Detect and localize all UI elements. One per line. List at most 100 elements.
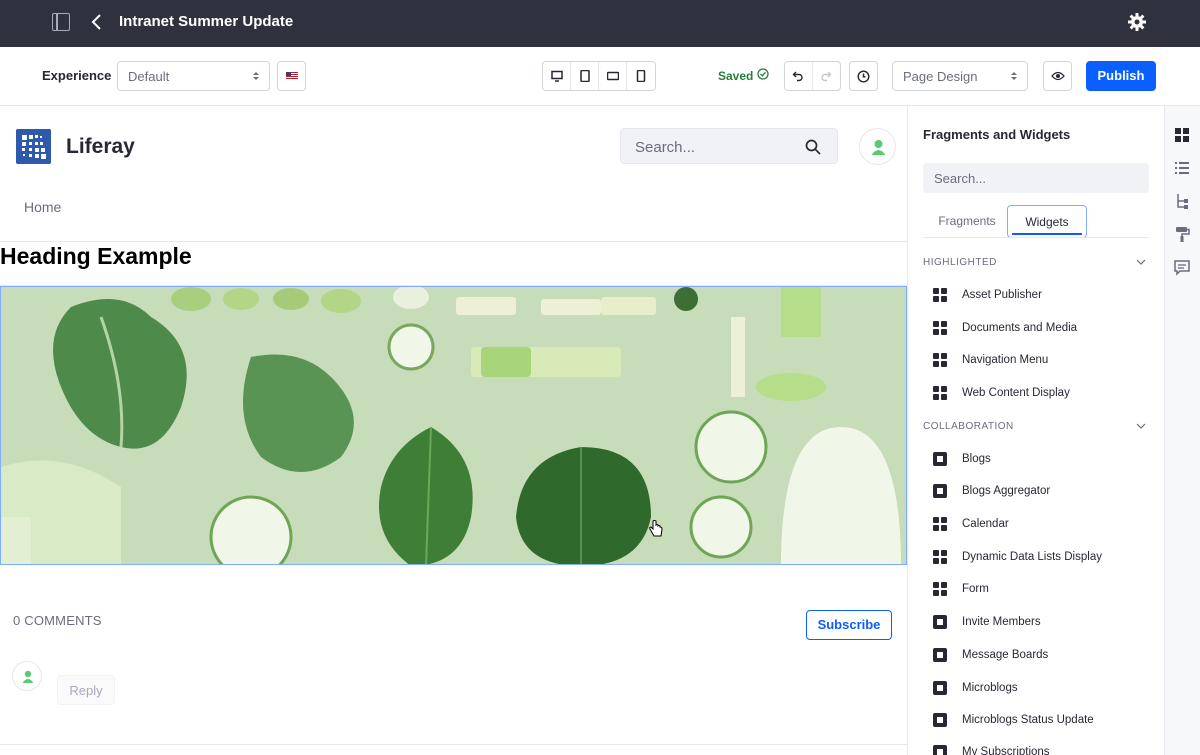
section-header-collaboration[interactable]: COLLABORATION <box>923 421 1014 432</box>
phone-landscape-icon <box>606 71 619 81</box>
heading-fragment[interactable]: Heading Example <box>0 243 192 270</box>
reply-button[interactable]: Reply <box>57 675 115 705</box>
undo-icon <box>792 71 803 82</box>
experience-label: Experience <box>42 68 112 83</box>
panel-search-input[interactable]: Search... <box>923 163 1149 193</box>
widget-label: Invite Members <box>962 616 1041 628</box>
widget-item[interactable]: Blogs Aggregator <box>923 479 1153 503</box>
undo-redo-group <box>784 61 841 91</box>
page-title: Intranet Summer Update <box>119 13 294 30</box>
liferay-logo-icon[interactable] <box>16 129 51 164</box>
portlet-box-icon <box>933 452 947 466</box>
vegetables-photo <box>1 287 906 564</box>
user-icon <box>871 140 886 155</box>
grid-icon <box>933 550 947 564</box>
gear-icon[interactable] <box>1126 11 1148 33</box>
section-header-highlighted[interactable]: HIGHLIGHTED <box>923 257 997 268</box>
sidebar-toggle-icon[interactable] <box>52 13 70 31</box>
us-flag-icon <box>286 72 298 80</box>
phone-portrait-icon <box>636 70 646 82</box>
chevron-down-icon[interactable] <box>1136 422 1146 430</box>
history-button[interactable] <box>849 61 878 91</box>
sidebar-rail <box>1164 106 1200 755</box>
panel-title: Fragments and Widgets <box>923 127 1071 142</box>
caret-double-icon <box>1011 72 1017 80</box>
portrait-view-button[interactable] <box>627 62 655 90</box>
experience-select-value: Default <box>128 69 170 84</box>
preview-button[interactable] <box>1043 61 1072 91</box>
undo-button[interactable] <box>785 62 813 90</box>
divider <box>0 744 907 745</box>
page-mode-select[interactable]: Page Design <box>892 61 1028 91</box>
widget-item[interactable]: My Subscriptions <box>923 740 1153 755</box>
widget-item[interactable]: Web Content Display <box>923 381 1153 405</box>
redo-button[interactable] <box>813 62 840 90</box>
clock-icon <box>857 69 870 83</box>
site-name[interactable]: Liferay <box>66 135 135 159</box>
widget-item[interactable]: Calendar <box>923 512 1153 536</box>
widgets-grid-icon[interactable] <box>1173 126 1191 144</box>
page-structure-icon[interactable] <box>1173 192 1191 210</box>
desktop-view-button[interactable] <box>543 62 571 90</box>
widget-item[interactable]: Message Boards <box>923 643 1153 667</box>
paint-roller-icon[interactable] <box>1173 225 1191 243</box>
widget-label: Dynamic Data Lists Display <box>962 551 1102 563</box>
widget-label: Blogs Aggregator <box>962 485 1051 497</box>
fragments-widgets-panel: Fragments and Widgets Search... Fragment… <box>907 106 1164 755</box>
eye-icon <box>1050 71 1065 81</box>
widget-item[interactable]: Dynamic Data Lists Display <box>923 545 1153 569</box>
widget-label: Calendar <box>962 518 1009 530</box>
widget-item[interactable]: Asset Publisher <box>923 283 1153 307</box>
portlet-box-icon <box>933 713 947 727</box>
comment-user-avatar <box>12 661 42 691</box>
user-avatar[interactable] <box>859 128 896 165</box>
tab-widgets[interactable]: Widgets <box>1007 205 1087 238</box>
redo-icon <box>821 71 832 82</box>
tablet-view-button[interactable] <box>571 62 599 90</box>
publish-button[interactable]: Publish <box>1086 61 1156 91</box>
grid-icon <box>933 321 947 335</box>
tabs-divider <box>923 237 1149 238</box>
widget-label: Microblogs <box>962 682 1018 694</box>
grid-icon <box>933 582 947 596</box>
tablet-icon <box>579 70 590 82</box>
grid-icon <box>933 288 947 302</box>
widget-label: Navigation Menu <box>962 354 1049 366</box>
portlet-box-icon <box>933 615 947 629</box>
experience-select[interactable]: Default <box>117 61 270 91</box>
page-mode-value: Page Design <box>903 69 978 84</box>
widget-item[interactable]: Documents and Media <box>923 316 1153 340</box>
comments-icon[interactable] <box>1173 258 1191 276</box>
widget-item[interactable]: Microblogs <box>923 676 1153 700</box>
divider <box>0 241 907 242</box>
widget-item[interactable]: Blogs <box>923 447 1153 471</box>
widget-item[interactable]: Form <box>923 577 1153 601</box>
portlet-box-icon <box>933 681 947 695</box>
subscribe-button[interactable]: Subscribe <box>806 610 892 640</box>
user-icon <box>22 670 34 683</box>
check-circle-icon <box>757 68 769 80</box>
widget-label: Documents and Media <box>962 322 1078 334</box>
widget-label: Form <box>962 583 989 595</box>
widget-label: Message Boards <box>962 649 1049 661</box>
language-selector-button[interactable] <box>277 61 306 91</box>
chevron-left-icon[interactable] <box>90 12 104 32</box>
search-icon[interactable] <box>805 139 821 155</box>
widget-label: Microblogs Status Update <box>962 714 1094 726</box>
desktop-icon <box>550 70 563 82</box>
landscape-view-button[interactable] <box>599 62 627 90</box>
widget-item[interactable]: Invite Members <box>923 610 1153 634</box>
grid-icon <box>933 517 947 531</box>
top-bar: Intranet Summer Update <box>0 0 1200 47</box>
list-icon[interactable] <box>1173 159 1191 177</box>
widget-item[interactable]: Navigation Menu <box>923 348 1153 372</box>
tab-fragments[interactable]: Fragments <box>923 205 1011 238</box>
banner-image[interactable] <box>0 286 907 565</box>
page-editor-toolbar: Experience Default Saved Page Design <box>0 47 1200 106</box>
chevron-down-icon[interactable] <box>1136 258 1146 266</box>
widget-item[interactable]: Microblogs Status Update <box>923 708 1153 732</box>
comments-count: 0 COMMENTS <box>13 613 102 628</box>
widget-label: Web Content Display <box>962 387 1070 399</box>
site-search-input[interactable]: Search... <box>620 128 838 164</box>
nav-item-home[interactable]: Home <box>24 199 61 215</box>
